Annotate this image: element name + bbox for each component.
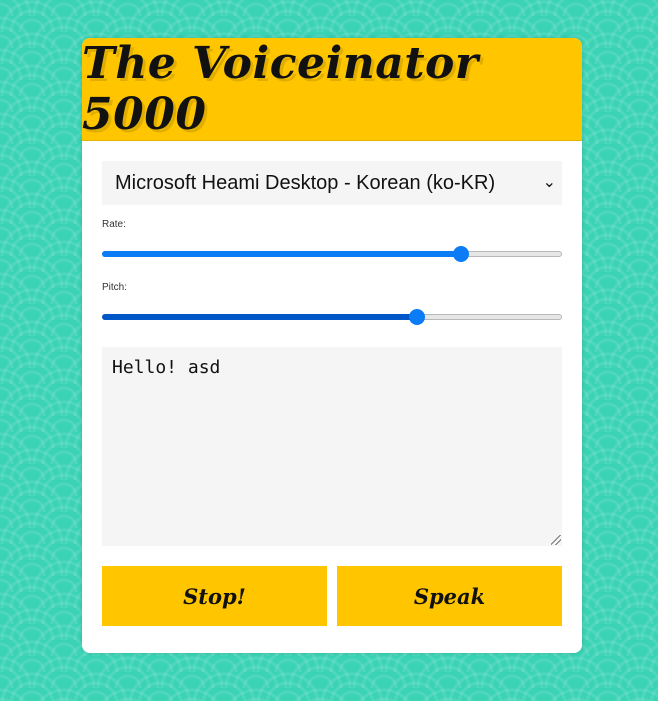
resize-grip-icon[interactable] — [551, 535, 561, 545]
message-textarea[interactable]: Hello! asd — [102, 347, 562, 546]
voice-select[interactable]: Microsoft Heami Desktop - Korean (ko-KR)… — [102, 161, 562, 205]
pitch-slider-fill — [102, 314, 418, 320]
controls: Microsoft Heami Desktop - Korean (ko-KR)… — [82, 141, 582, 646]
pitch-slider[interactable] — [102, 307, 562, 327]
speak-button[interactable]: Speak — [337, 566, 562, 626]
pitch-slider-thumb[interactable] — [409, 309, 426, 325]
pitch-label: Pitch: — [102, 282, 128, 293]
rate-slider-fill — [102, 251, 461, 257]
app-title: The Voiceinator 5000 — [82, 38, 479, 140]
voice-select-value: Microsoft Heami Desktop - Korean (ko-KR) — [115, 172, 496, 194]
header: The Voiceinator 5000 — [82, 38, 582, 141]
message-text: Hello! asd — [112, 357, 221, 378]
stop-button[interactable]: Stop! — [102, 566, 327, 626]
rate-slider-thumb[interactable] — [452, 246, 469, 262]
rate-slider[interactable] — [102, 244, 562, 264]
rate-label: Rate: — [102, 219, 126, 230]
button-row: Stop! Speak — [102, 566, 562, 626]
chevron-down-icon: ⌄ — [542, 174, 556, 191]
voiceinator-panel: The Voiceinator 5000 Microsoft Heami Des… — [82, 38, 582, 653]
